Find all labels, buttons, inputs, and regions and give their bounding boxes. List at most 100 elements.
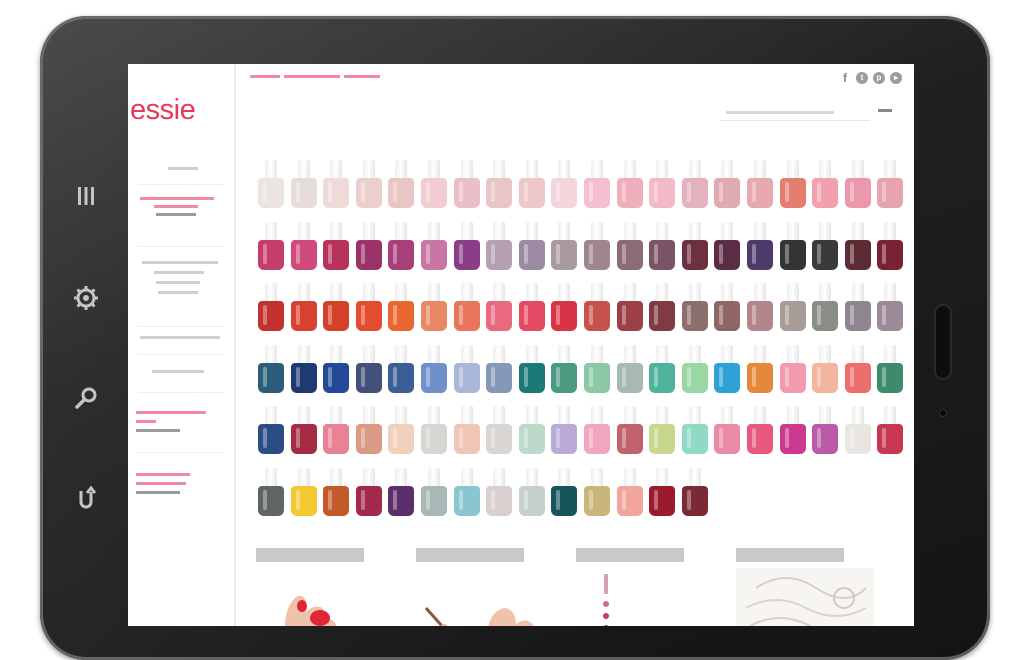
polish-swatch[interactable] <box>616 467 643 516</box>
polish-swatch[interactable] <box>453 467 480 516</box>
nav-item-1[interactable] <box>134 166 226 175</box>
polish-swatch[interactable] <box>388 344 415 393</box>
polish-swatch[interactable] <box>323 221 350 270</box>
polish-swatch[interactable] <box>323 406 350 454</box>
polish-swatch[interactable] <box>714 406 741 454</box>
polish-swatch[interactable] <box>616 283 643 331</box>
polish-swatch[interactable] <box>290 160 317 208</box>
polish-swatch[interactable] <box>290 467 317 516</box>
polish-swatch[interactable] <box>779 344 806 393</box>
polish-swatch[interactable] <box>714 221 741 270</box>
polish-swatch[interactable] <box>844 221 871 270</box>
polish-swatch[interactable] <box>812 160 839 208</box>
polish-swatch[interactable] <box>747 283 773 331</box>
polish-swatch[interactable] <box>714 344 741 393</box>
polish-swatch[interactable] <box>584 467 610 516</box>
polish-swatch[interactable] <box>747 160 773 208</box>
polish-swatch[interactable] <box>714 160 741 208</box>
menu-icon[interactable] <box>66 176 106 216</box>
nav-item-6[interactable] <box>136 410 228 443</box>
polish-swatch[interactable] <box>388 406 415 454</box>
polish-swatch[interactable] <box>290 344 317 393</box>
polish-swatch[interactable] <box>453 160 480 208</box>
nav-item-4[interactable] <box>134 334 226 345</box>
polish-swatch[interactable] <box>584 344 610 393</box>
polish-swatch[interactable] <box>453 406 480 454</box>
polish-swatch[interactable] <box>844 344 871 393</box>
polish-swatch[interactable] <box>584 160 610 208</box>
polish-swatch[interactable] <box>649 467 676 516</box>
polish-swatch[interactable] <box>681 467 708 516</box>
polish-swatch[interactable] <box>812 344 839 393</box>
youtube-icon[interactable]: ▸ <box>890 72 902 84</box>
polish-swatch[interactable] <box>747 221 773 270</box>
polish-swatch[interactable] <box>258 221 284 270</box>
polish-swatch[interactable] <box>355 467 382 516</box>
polish-swatch[interactable] <box>486 160 513 208</box>
polish-swatch[interactable] <box>584 221 610 270</box>
polish-swatch[interactable] <box>486 344 513 393</box>
polish-swatch[interactable] <box>421 406 447 454</box>
polish-swatch[interactable] <box>551 467 578 516</box>
polish-swatch[interactable] <box>421 221 447 270</box>
essie-logo[interactable]: essie <box>130 94 196 127</box>
polish-swatch[interactable] <box>323 344 350 393</box>
polish-swatch[interactable] <box>616 406 643 454</box>
promo-card-2[interactable] <box>416 548 554 626</box>
facebook-icon[interactable]: f <box>839 72 851 84</box>
polish-swatch[interactable] <box>584 406 610 454</box>
nav-item-5[interactable] <box>134 368 226 379</box>
polish-swatch[interactable] <box>877 344 904 393</box>
polish-swatch[interactable] <box>388 160 415 208</box>
search-button[interactable] <box>878 108 896 118</box>
polish-swatch[interactable] <box>355 283 382 331</box>
polish-swatch[interactable] <box>486 406 513 454</box>
polish-swatch[interactable] <box>649 406 676 454</box>
back-icon[interactable] <box>66 478 106 518</box>
polish-swatch[interactable] <box>518 283 545 331</box>
polish-swatch[interactable] <box>551 221 578 270</box>
polish-swatch[interactable] <box>844 406 871 454</box>
polish-swatch[interactable] <box>323 283 350 331</box>
polish-swatch[interactable] <box>290 283 317 331</box>
polish-swatch[interactable] <box>551 406 578 454</box>
side-button[interactable] <box>934 304 952 380</box>
polish-swatch[interactable] <box>616 344 643 393</box>
polish-swatch[interactable] <box>518 344 545 393</box>
polish-swatch[interactable] <box>355 344 382 393</box>
polish-swatch[interactable] <box>551 344 578 393</box>
polish-swatch[interactable] <box>779 406 806 454</box>
polish-swatch[interactable] <box>714 283 741 331</box>
polish-swatch[interactable] <box>681 221 708 270</box>
polish-swatch[interactable] <box>388 467 415 516</box>
polish-swatch[interactable] <box>551 160 578 208</box>
polish-swatch[interactable] <box>681 160 708 208</box>
polish-swatch[interactable] <box>258 406 284 454</box>
promo-card-4[interactable] <box>736 548 874 626</box>
polish-swatch[interactable] <box>486 283 513 331</box>
polish-swatch[interactable] <box>616 221 643 270</box>
polish-swatch[interactable] <box>812 283 839 331</box>
polish-swatch[interactable] <box>649 160 676 208</box>
polish-swatch[interactable] <box>877 283 904 331</box>
nav-item-7[interactable] <box>136 472 228 505</box>
polish-swatch[interactable] <box>518 221 545 270</box>
polish-swatch[interactable] <box>616 160 643 208</box>
polish-swatch[interactable] <box>584 283 610 331</box>
polish-swatch[interactable] <box>453 344 480 393</box>
polish-swatch[interactable] <box>388 221 415 270</box>
polish-swatch[interactable] <box>355 406 382 454</box>
polish-swatch[interactable] <box>747 344 773 393</box>
polish-swatch[interactable] <box>877 221 904 270</box>
twitter-icon[interactable]: t <box>856 72 868 84</box>
polish-swatch[interactable] <box>258 160 284 208</box>
polish-swatch[interactable] <box>518 467 545 516</box>
polish-swatch[interactable] <box>421 344 447 393</box>
polish-swatch[interactable] <box>258 283 284 331</box>
polish-swatch[interactable] <box>681 344 708 393</box>
polish-swatch[interactable] <box>453 283 480 331</box>
polish-swatch[interactable] <box>258 467 284 516</box>
breadcrumb[interactable] <box>250 74 390 82</box>
polish-swatch[interactable] <box>486 221 513 270</box>
polish-swatch[interactable] <box>649 344 676 393</box>
